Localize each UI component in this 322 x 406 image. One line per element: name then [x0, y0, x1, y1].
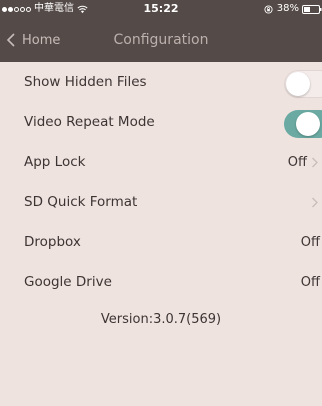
setting-row-app-lock[interactable]: App Lock Off — [0, 142, 322, 182]
setting-value-group: Off — [288, 142, 322, 182]
setting-row-dropbox[interactable]: Dropbox Off — [0, 222, 322, 262]
back-button[interactable]: Home — [6, 18, 60, 62]
setting-value: Off — [287, 154, 307, 170]
setting-label: Video Repeat Mode — [24, 114, 155, 130]
settings-list: Show Hidden Files Video Repeat Mode App … — [0, 62, 322, 302]
status-bar: 中華電信 15:22 38% — [0, 0, 322, 18]
battery-icon — [302, 4, 322, 14]
setting-row-sd-quick-format[interactable]: SD Quick Format — [0, 182, 322, 222]
battery-percentage: 38% — [276, 3, 299, 14]
chevron-right-icon — [312, 197, 318, 207]
status-right: 38% — [264, 0, 322, 18]
setting-label: Google Drive — [24, 274, 112, 290]
rotation-lock-icon — [264, 4, 273, 14]
setting-label: SD Quick Format — [24, 194, 138, 210]
setting-row-video-repeat-mode: Video Repeat Mode — [0, 102, 322, 142]
toggle-knob — [286, 72, 310, 96]
setting-label: App Lock — [24, 154, 86, 170]
setting-value-group: Off — [301, 262, 322, 302]
back-button-label: Home — [22, 32, 61, 48]
setting-value: Off — [300, 274, 320, 290]
chevron-right-icon — [312, 157, 318, 167]
show-hidden-files-toggle[interactable] — [284, 70, 322, 98]
setting-label: Dropbox — [24, 234, 81, 250]
version-label: Version:3.0.7(569) — [100, 312, 222, 327]
back-chevron-icon — [6, 33, 15, 47]
setting-label: Show Hidden Files — [24, 74, 147, 90]
navigation-bar: Configuration Home — [0, 18, 322, 62]
toggle-knob — [296, 112, 320, 136]
setting-value-group: Off — [301, 222, 322, 262]
video-repeat-mode-toggle[interactable] — [284, 110, 322, 138]
setting-row-show-hidden-files: Show Hidden Files — [0, 62, 322, 102]
setting-value-group — [311, 182, 322, 222]
setting-value: Off — [300, 234, 320, 250]
setting-row-google-drive[interactable]: Google Drive Off — [0, 262, 322, 302]
